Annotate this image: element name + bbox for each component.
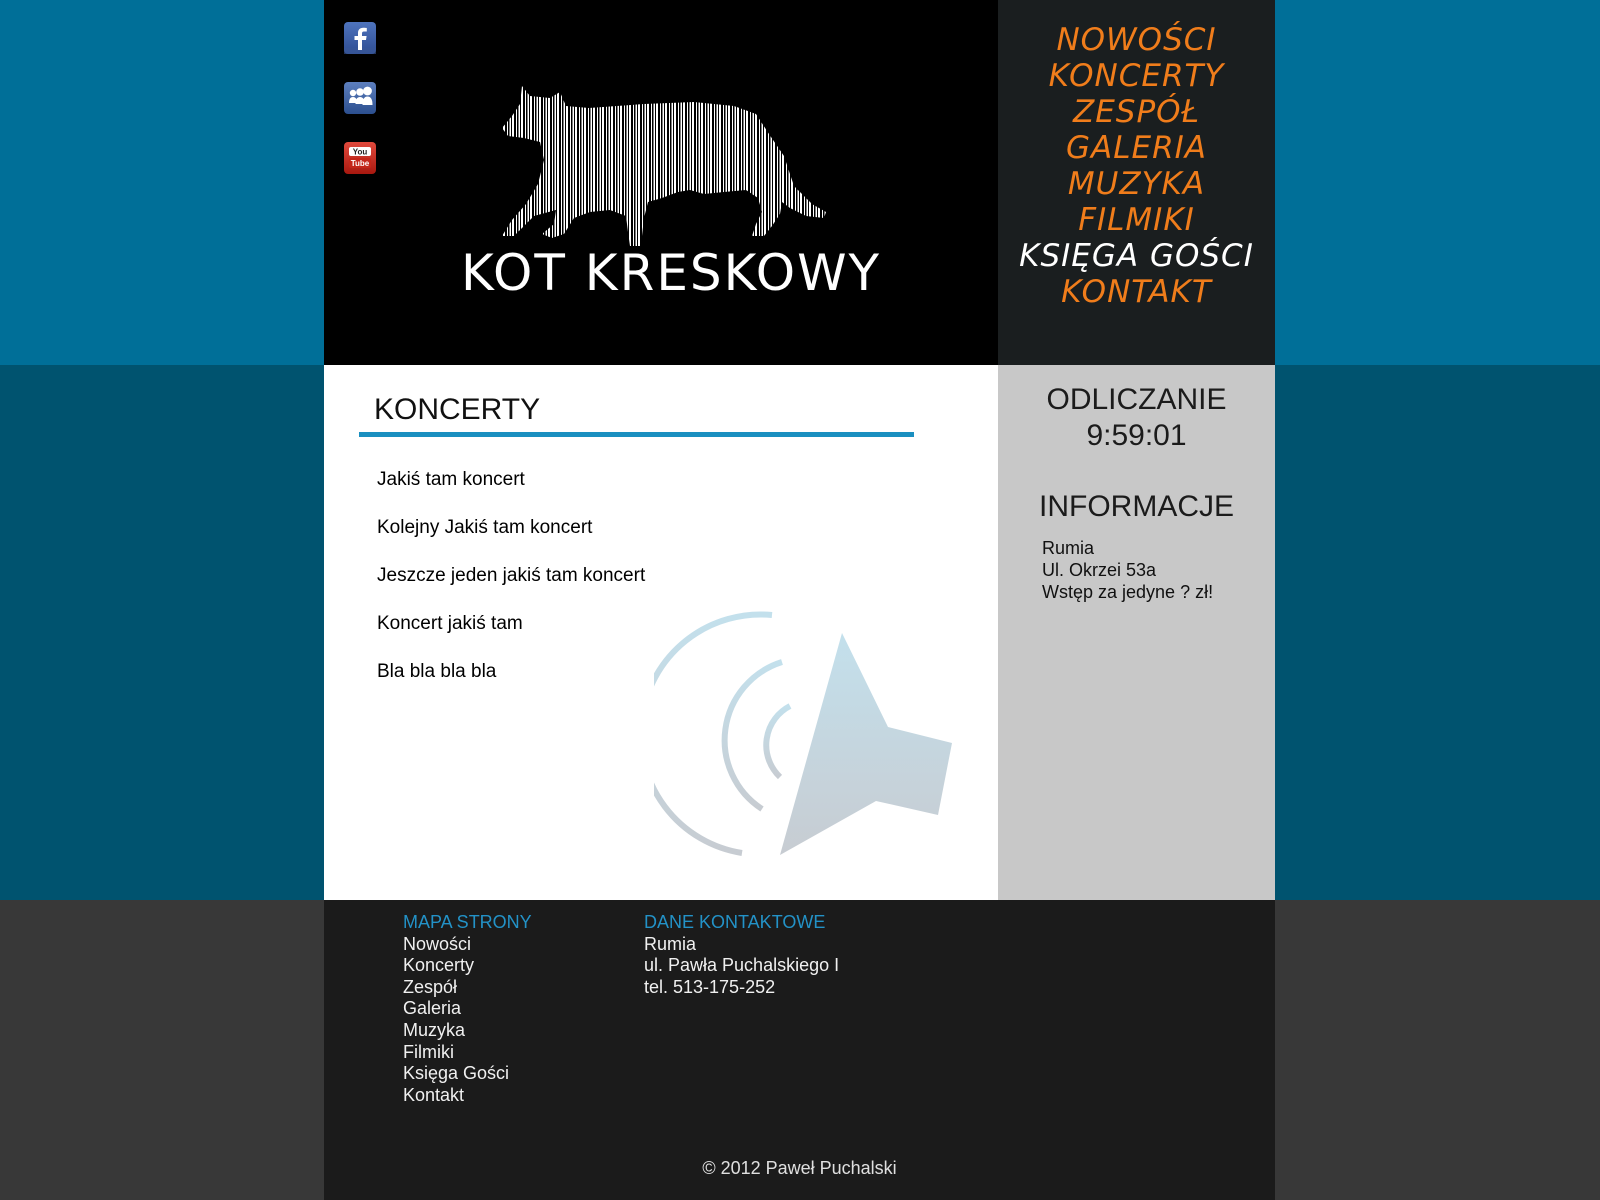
contact-column: DANE KONTAKTOWE Rumia ul. Pawła Puchalsk… (644, 912, 839, 998)
youtube-icon-text-you: You (353, 148, 368, 157)
sitemap-link-ksiega-gosci[interactable]: Księga Gości (403, 1063, 532, 1085)
info-block: Rumia Ul. Okrzei 53a Wstęp za jedyne ? z… (1042, 537, 1213, 603)
info-line: Ul. Okrzei 53a (1042, 560, 1157, 580)
facebook-icon[interactable] (344, 22, 376, 54)
sidebar: ODLICZANIE 9:59:01 INFORMACJE Rumia Ul. … (998, 365, 1275, 900)
nav-item-kontakt[interactable]: KONTAKT (998, 274, 1275, 310)
barcode-cat-logo (502, 86, 826, 246)
sitemap-column: MAPA STRONY Nowości Koncerty Zespół Gale… (403, 912, 532, 1106)
sitemap-link-filmiki[interactable]: Filmiki (403, 1042, 532, 1064)
countdown-timer: 9:59:01 (1086, 419, 1187, 452)
youtube-icon[interactable]: You Tube (344, 142, 376, 174)
sitemap-link-kontakt[interactable]: Kontakt (403, 1085, 532, 1107)
info-line: Wstęp za jedyne ? zł! (1042, 582, 1214, 602)
list-item[interactable]: Jeszcze jeden jakiś tam koncert (377, 565, 645, 587)
list-item[interactable]: Kolejny Jakiś tam koncert (377, 517, 645, 539)
sitemap-link-zespol[interactable]: Zespół (403, 977, 532, 999)
countdown-label: ODLICZANIE (1046, 383, 1227, 416)
info-line: Rumia (1042, 538, 1095, 558)
title-underline (359, 432, 914, 437)
contact-address: ul. Pawła Puchalskiego I (644, 955, 840, 976)
main-navigation: NOWOŚCI KONCERTY ZESPÓŁ GALERIA MUZYKA F… (998, 0, 1275, 365)
speaker-icon (654, 611, 952, 856)
site-logo-text[interactable]: KOT KRESKOWY (334, 244, 1008, 302)
concert-list: Jakiś tam koncert Kolejny Jakiś tam konc… (377, 469, 645, 709)
nav-item-filmiki[interactable]: FILMIKI (998, 202, 1275, 238)
sitemap-link-koncerty[interactable]: Koncerty (403, 955, 532, 977)
nav-item-muzyka[interactable]: MUZYKA (998, 166, 1275, 202)
page-title: KONCERTY (374, 393, 541, 426)
contact-heading: DANE KONTAKTOWE (644, 912, 826, 932)
sitemap-link-muzyka[interactable]: Muzyka (403, 1020, 532, 1042)
nav-item-ksiega-gosci[interactable]: KSIĘGA GOŚCI (998, 238, 1275, 274)
info-heading: INFORMACJE (1039, 490, 1234, 523)
nav-item-galeria[interactable]: GALERIA (998, 130, 1275, 166)
list-item[interactable]: Jakiś tam koncert (377, 469, 645, 491)
site-footer: MAPA STRONY Nowości Koncerty Zespół Gale… (324, 900, 1275, 1200)
contact-city: Rumia (644, 933, 697, 954)
list-item[interactable]: Koncert jakiś tam (377, 613, 645, 635)
youtube-icon-text-tube: Tube (351, 159, 370, 168)
sitemap-link-galeria[interactable]: Galeria (403, 998, 532, 1020)
myspace-icon[interactable] (344, 82, 376, 114)
main-content: KONCERTY Jakiś tam koncert Kolejny Jakiś… (324, 365, 998, 900)
nav-item-zespol[interactable]: ZESPÓŁ (998, 94, 1275, 130)
list-item[interactable]: Bla bla bla bla (377, 661, 645, 683)
sitemap-link-nowosci[interactable]: Nowości (403, 934, 532, 956)
copyright: © 2012 Paweł Puchalski (702, 1158, 897, 1178)
contact-phone: tel. 513-175-252 (644, 976, 776, 997)
nav-item-nowosci[interactable]: NOWOŚCI (998, 22, 1275, 58)
nav-item-koncerty[interactable]: KONCERTY (998, 58, 1275, 94)
sitemap-heading: MAPA STRONY (403, 912, 532, 932)
site-header: You Tube KOT KRESKOWY (324, 0, 998, 365)
